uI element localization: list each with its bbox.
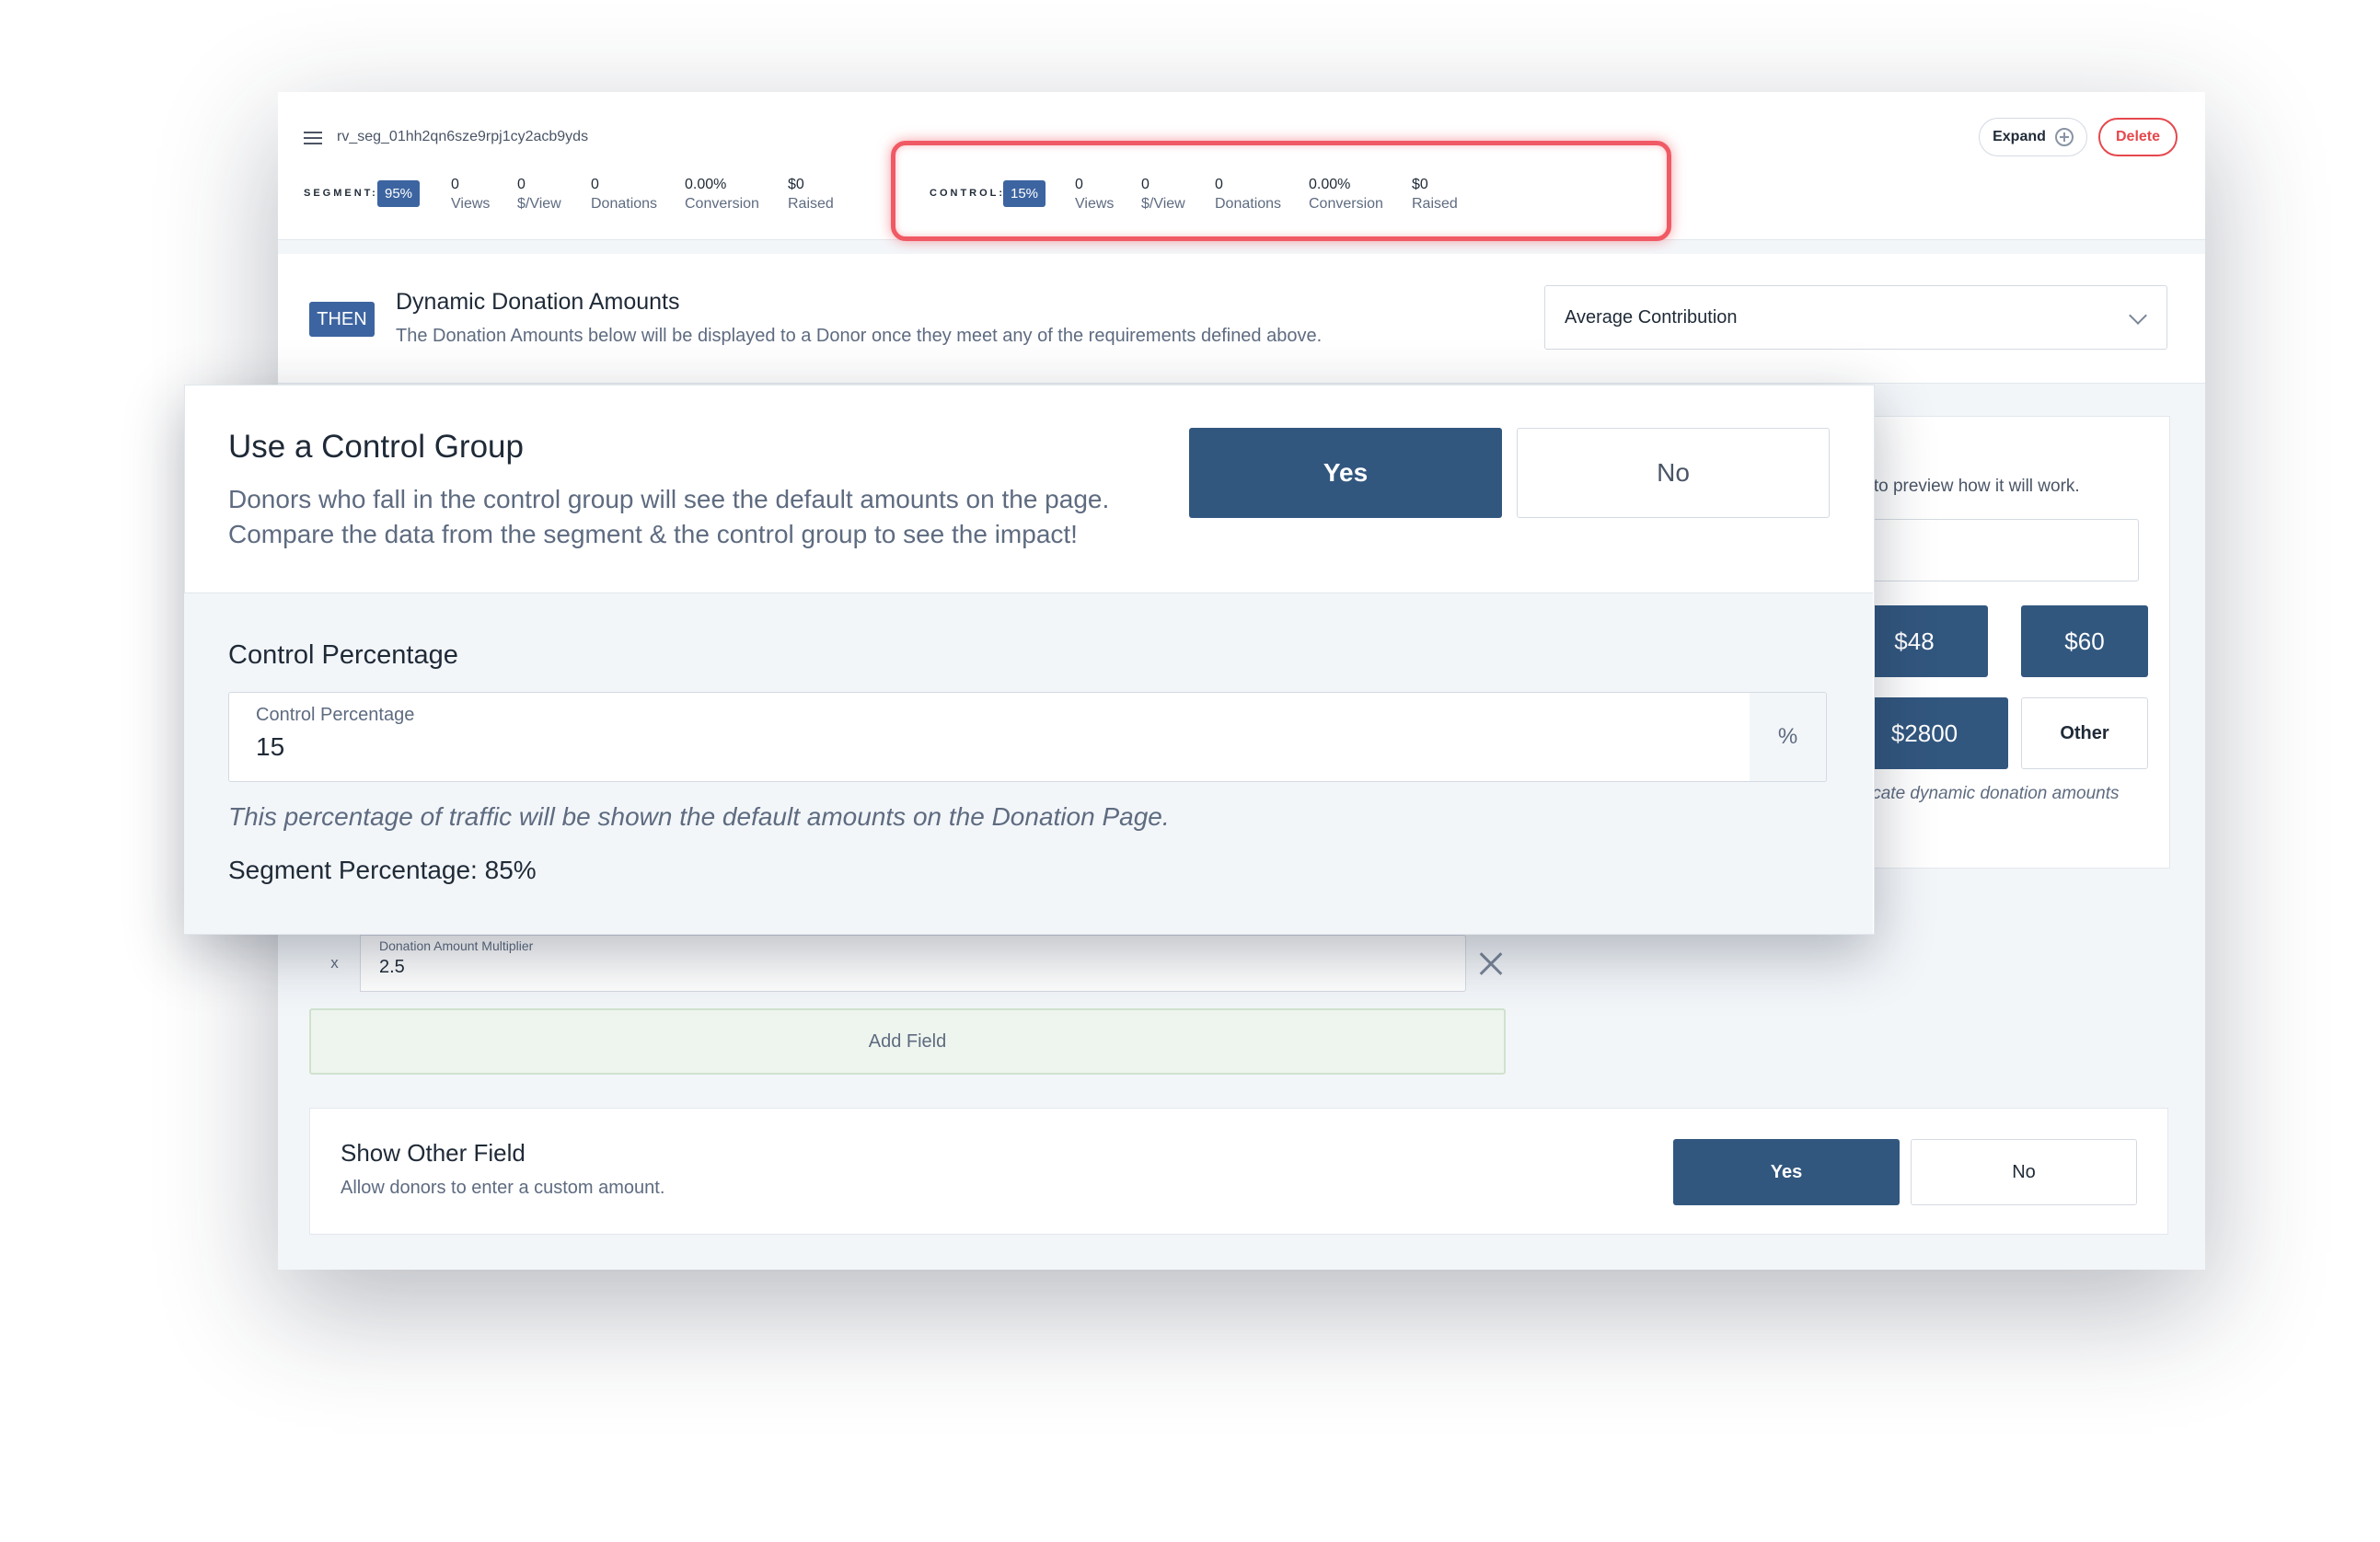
expand-label: Expand bbox=[1993, 129, 2046, 144]
control-group-no-button[interactable]: No bbox=[1517, 428, 1830, 518]
show-other-no-button[interactable]: No bbox=[1911, 1139, 2137, 1205]
segment-stat-donations: 0 Donations bbox=[591, 177, 658, 212]
hamburger-menu-icon[interactable] bbox=[304, 129, 322, 147]
delete-button[interactable]: Delete bbox=[2098, 118, 2178, 156]
control-group-yes-button[interactable]: Yes bbox=[1189, 428, 1502, 518]
then-title: Dynamic Donation Amounts bbox=[396, 289, 680, 315]
amount-button-other[interactable]: Other bbox=[2021, 697, 2148, 769]
multiplier-prefix: x bbox=[309, 935, 361, 992]
segment-label: SEGMENT: bbox=[304, 188, 378, 199]
preview-instruction: n to preview how it will work. bbox=[1859, 477, 2080, 496]
preview-note: icate dynamic donation amounts bbox=[1868, 784, 2120, 803]
add-field-button[interactable]: Add Field bbox=[309, 1008, 1506, 1075]
remove-field-icon[interactable] bbox=[1476, 948, 1508, 979]
expand-button[interactable]: Expand bbox=[1979, 118, 2087, 156]
control-highlight-outline bbox=[891, 141, 1671, 241]
then-subtitle: The Donation Amounts below will be displ… bbox=[396, 326, 1323, 346]
show-other-title: Show Other Field bbox=[341, 1139, 526, 1167]
amount-button-60[interactable]: $60 bbox=[2021, 605, 2148, 677]
segment-stat-conversion: 0.00% Conversion bbox=[685, 177, 759, 212]
segment-stat-per-view: 0 $/View bbox=[517, 177, 561, 212]
control-percentage-label: Control Percentage bbox=[256, 705, 415, 725]
percent-suffix: % bbox=[1750, 692, 1827, 782]
preview-input[interactable] bbox=[1841, 519, 2139, 581]
control-percentage-note: This percentage of traffic will be shown… bbox=[228, 802, 1170, 831]
segment-id: rv_seg_01hh2qn6sze9rpj1cy2acb9yds bbox=[337, 129, 589, 144]
modal-description: Donors who fall in the control group wil… bbox=[228, 485, 1110, 548]
control-percentage-heading: Control Percentage bbox=[228, 640, 458, 670]
show-other-yes-button[interactable]: Yes bbox=[1673, 1139, 1900, 1205]
amount-strategy-value: Average Contribution bbox=[1565, 307, 1738, 328]
segment-stat-raised: $0 Raised bbox=[788, 177, 834, 212]
multiplier-label: Donation Amount Multiplier bbox=[379, 938, 534, 953]
segment-percent-badge: 95% bbox=[377, 180, 421, 207]
segment-percentage: Segment Percentage: 85% bbox=[228, 856, 537, 884]
multiplier-value[interactable]: 2.5 bbox=[379, 957, 405, 978]
then-badge: THEN bbox=[309, 302, 375, 337]
segment-stat-views: 0 Views bbox=[451, 177, 491, 212]
modal-title: Use a Control Group bbox=[228, 429, 524, 465]
plus-circle-icon bbox=[2054, 128, 2074, 146]
control-percentage-value[interactable]: 15 bbox=[256, 732, 284, 762]
show-other-subtitle: Allow donors to enter a custom amount. bbox=[341, 1178, 665, 1198]
control-percentage-input[interactable] bbox=[228, 692, 1750, 782]
